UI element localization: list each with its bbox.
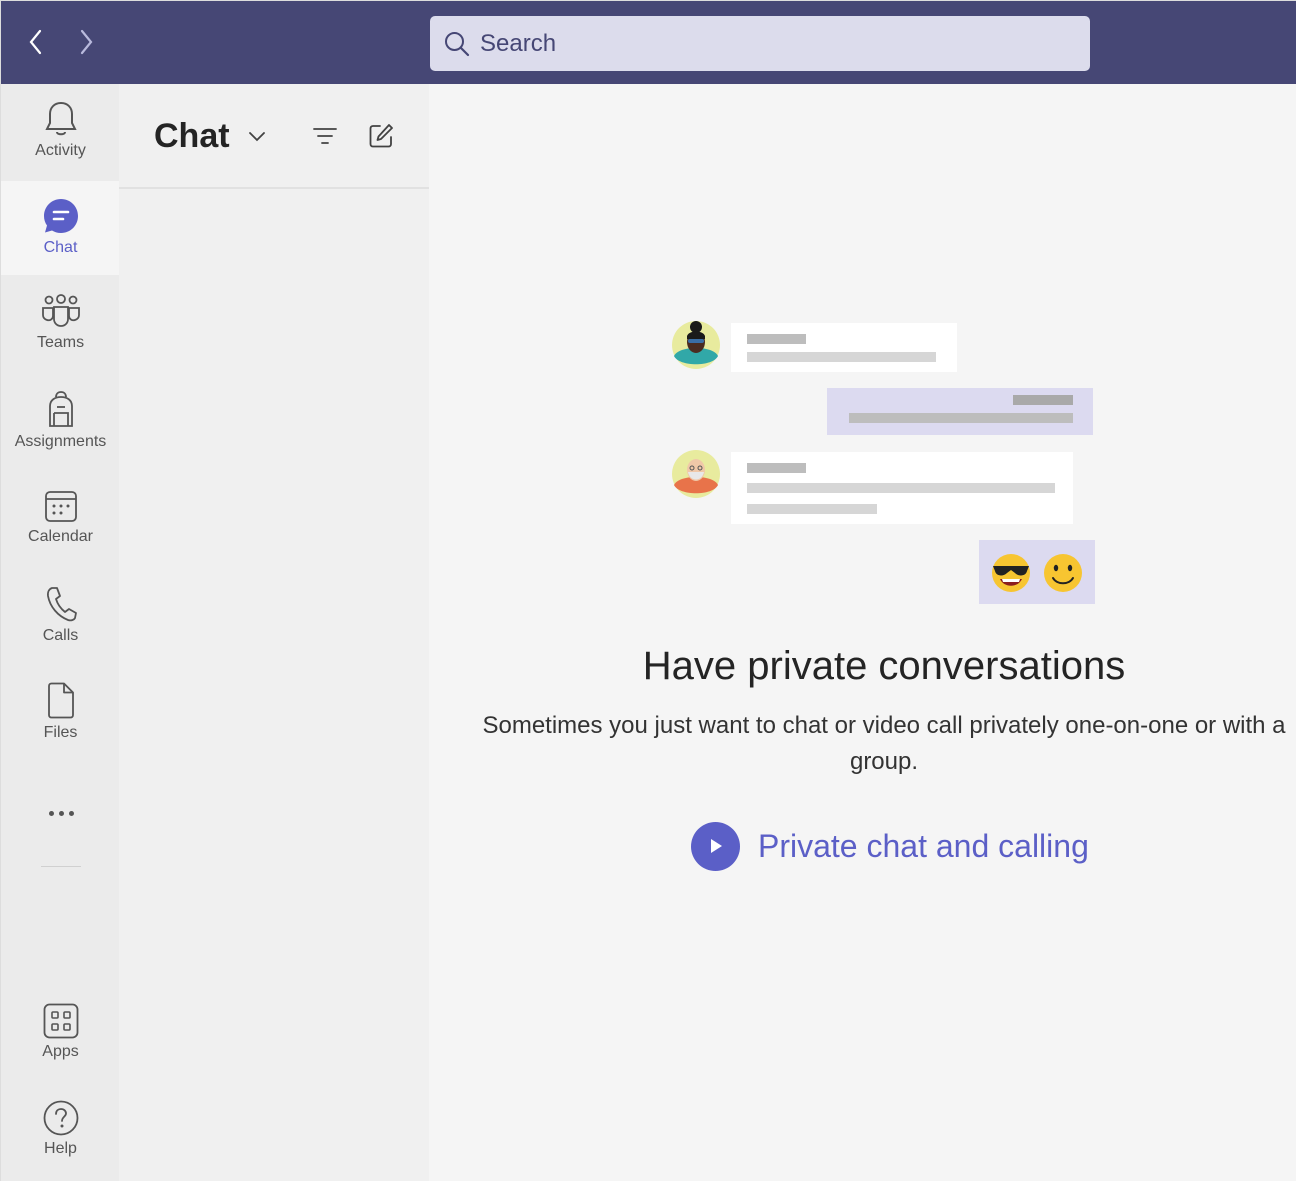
play-icon — [710, 839, 722, 853]
rail-item-files[interactable]: Files — [1, 666, 120, 760]
filter-icon — [313, 128, 337, 144]
backpack-icon — [48, 391, 73, 427]
more-dot — [68, 810, 74, 816]
search-input[interactable] — [480, 29, 1040, 58]
bell-icon — [44, 101, 77, 136]
new-chat-button[interactable] — [365, 120, 397, 152]
search-box[interactable] — [430, 16, 1090, 71]
rail-item-label: Files — [43, 724, 78, 741]
chevron-right-icon — [80, 29, 93, 55]
rail-item-teams[interactable]: Teams — [1, 278, 120, 372]
more-apps-button[interactable] — [41, 800, 81, 826]
message-line — [747, 352, 936, 362]
rail-item-label: Teams — [36, 334, 85, 351]
phone-icon — [46, 587, 77, 622]
rail-item-calendar[interactable]: Calendar — [1, 472, 120, 566]
rail-item-activity[interactable]: Activity — [1, 84, 120, 178]
sunglasses-emoji-icon — [992, 554, 1030, 592]
chevron-left-icon — [29, 29, 42, 55]
search-icon — [445, 31, 470, 56]
chat-bubble-icon — [43, 199, 78, 233]
file-icon — [47, 682, 74, 719]
message-bubble — [731, 323, 957, 372]
empty-state-description: Sometimes you just want to chat or video… — [482, 712, 1286, 775]
title-dropdown-button[interactable] — [243, 124, 271, 150]
rail-divider — [41, 866, 81, 867]
chat-list-pane: Chat — [119, 84, 429, 1181]
rail-item-chat[interactable]: Chat — [1, 181, 120, 275]
rail-item-label: Calendar — [28, 528, 93, 545]
teams-people-icon — [41, 294, 80, 327]
message-line — [747, 504, 877, 514]
cta-label[interactable]: Private chat and calling — [758, 828, 1089, 865]
app-rail: Activity Chat Teams Assignments Calendar… — [0, 84, 120, 1181]
title-bar — [0, 0, 1296, 84]
back-button[interactable] — [21, 25, 51, 59]
rail-item-label: Assignments — [14, 433, 107, 450]
more-dot — [58, 810, 64, 816]
chevron-down-icon — [249, 132, 265, 142]
rail-item-calls[interactable]: Calls — [1, 569, 120, 663]
private-chat-video-link[interactable]: Private chat and calling — [691, 821, 1089, 871]
message-line — [849, 413, 1073, 423]
avatar-older-man-icon — [672, 450, 720, 498]
main-content: Have private conversations Sometimes you… — [429, 84, 1296, 1181]
more-dot — [48, 810, 54, 816]
rail-item-label: Chat — [43, 239, 78, 256]
message-line — [1013, 395, 1073, 405]
rail-item-label: Calls — [42, 627, 79, 644]
chat-list-header: Chat — [119, 84, 429, 189]
forward-button[interactable] — [71, 25, 101, 59]
compose-icon — [369, 124, 393, 148]
message-line — [747, 483, 1055, 493]
apps-grid-icon — [43, 1003, 78, 1039]
avatar-woman-icon — [672, 321, 720, 369]
rail-item-label: Help — [44, 1140, 77, 1157]
smiley-emoji-icon — [1044, 554, 1082, 592]
help-icon — [43, 1100, 78, 1136]
chat-illustration — [672, 321, 1095, 604]
filter-button[interactable] — [309, 120, 341, 152]
empty-state-heading: Have private conversations — [642, 644, 1126, 688]
message-line — [747, 463, 806, 473]
rail-item-label: Apps — [42, 1043, 79, 1060]
rail-item-label: Activity — [35, 142, 86, 159]
rail-item-help[interactable]: Help — [1, 1084, 120, 1178]
play-button[interactable] — [691, 821, 740, 871]
calendar-icon — [44, 491, 77, 522]
rail-item-assignments[interactable]: Assignments — [1, 375, 120, 469]
message-line — [747, 334, 806, 344]
page-title: Chat — [154, 117, 230, 155]
rail-item-apps[interactable]: Apps — [1, 987, 120, 1081]
